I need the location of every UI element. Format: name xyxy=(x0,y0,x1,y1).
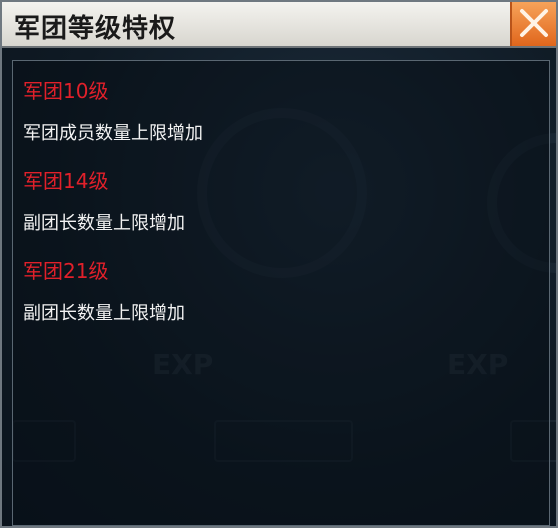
list-item: 军团21级 副团长数量上限增加 xyxy=(23,255,203,341)
level-description: 副团长数量上限增加 xyxy=(23,213,185,234)
list-item: 军团10级 军团成员数量上限增加 xyxy=(23,75,203,161)
level-heading: 军团21级 xyxy=(23,259,109,283)
close-icon xyxy=(520,9,548,37)
level-heading: 军团14级 xyxy=(23,169,109,193)
dialog-title: 军团等级特权 xyxy=(14,14,177,44)
dialog-titlebar: 军团等级特权 xyxy=(2,2,556,48)
list-item: 军团14级 副团长数量上限增加 xyxy=(23,165,203,251)
privilege-dialog: 军团等级特权 EXP EXP 军团10级 军团成员数量上限增加 军团14级 副团… xyxy=(0,0,558,528)
privilege-panel: 军团10级 军团成员数量上限增加 军团14级 副团长数量上限增加 军团21级 副… xyxy=(12,60,550,526)
level-heading: 军团10级 xyxy=(23,79,109,103)
privilege-list: 军团10级 军团成员数量上限增加 军团14级 副团长数量上限增加 军团21级 副… xyxy=(23,71,203,341)
close-button[interactable] xyxy=(510,2,556,46)
level-description: 副团长数量上限增加 xyxy=(23,303,185,324)
level-description: 军团成员数量上限增加 xyxy=(23,123,203,144)
